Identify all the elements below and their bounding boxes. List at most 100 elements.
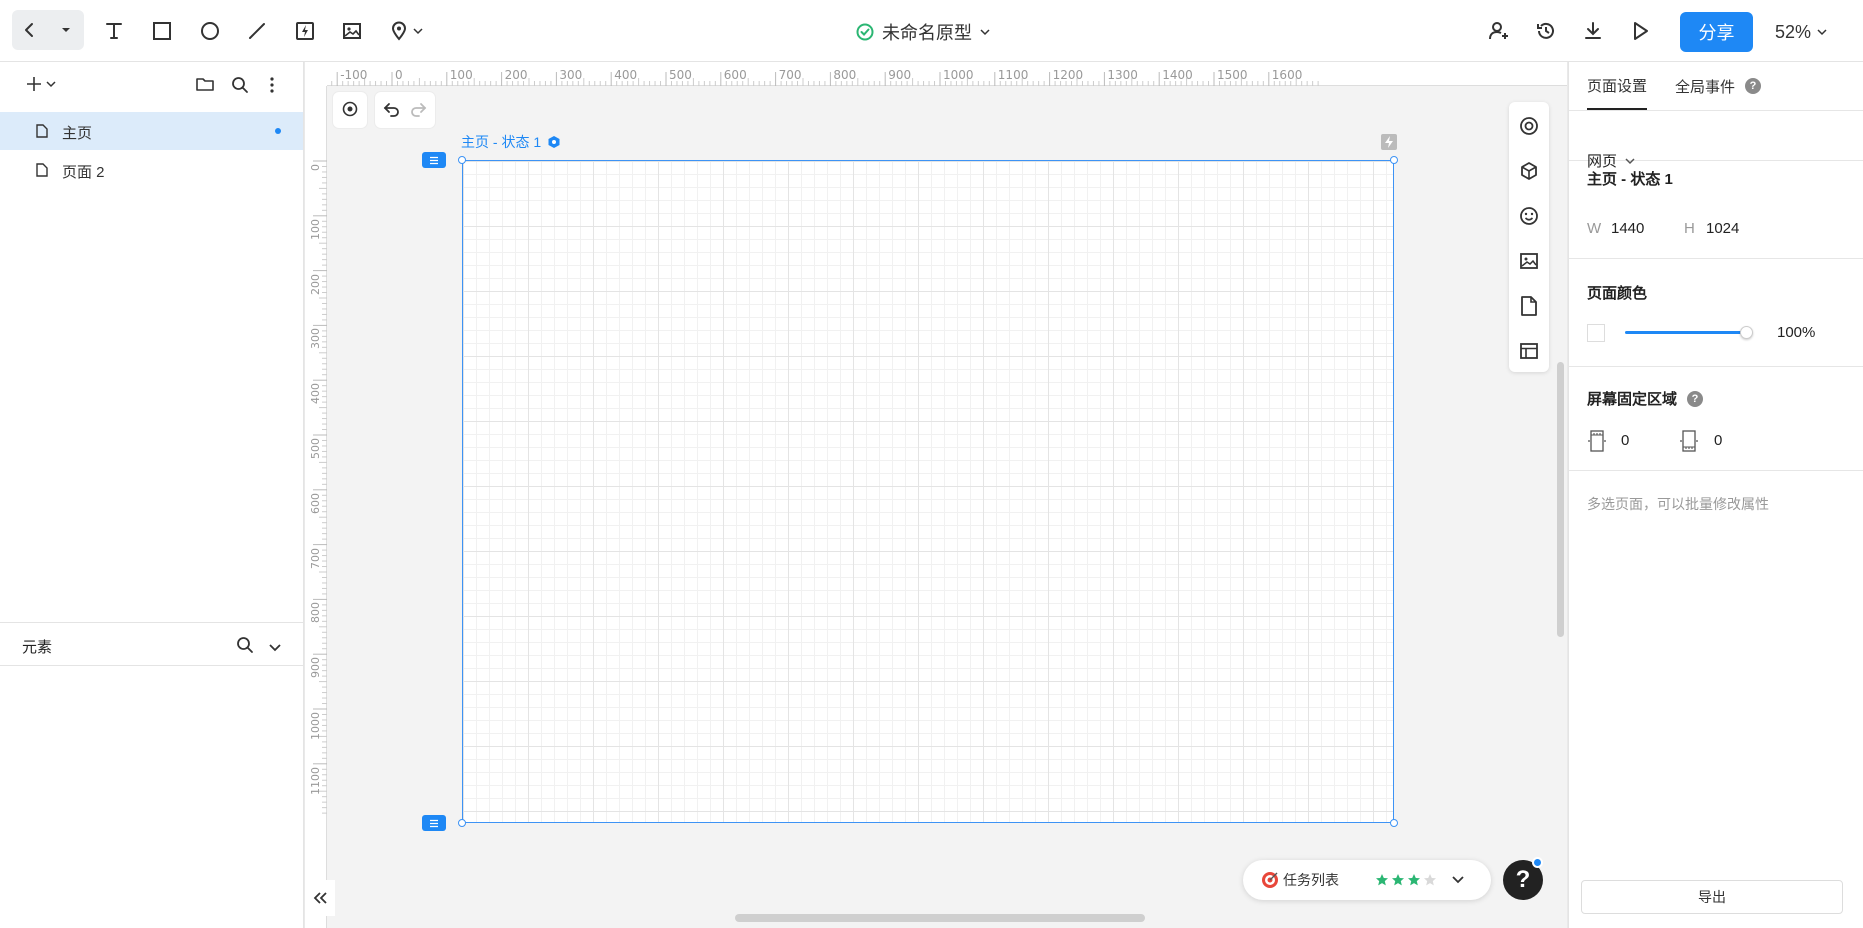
ruler-h-label: 200 xyxy=(504,68,528,82)
rectangle-tool-button[interactable] xyxy=(145,14,179,48)
artboard[interactable] xyxy=(462,160,1394,823)
preview-button[interactable] xyxy=(1623,14,1657,48)
library-component-button[interactable] xyxy=(1517,159,1541,183)
menu-lines-icon xyxy=(430,156,438,164)
ruler-h-label: 1500 xyxy=(1217,68,1248,82)
resize-handle-top-left[interactable] xyxy=(458,156,466,164)
page-item-page-2[interactable]: 页面 2 xyxy=(0,151,303,189)
chevron-down-icon xyxy=(46,81,56,88)
device-type-select[interactable]: 网页 xyxy=(1587,150,1635,171)
undo-button[interactable] xyxy=(383,100,401,121)
elements-section-header: 元素 xyxy=(0,622,303,666)
library-images-button[interactable] xyxy=(1517,249,1541,273)
add-folder-button[interactable] xyxy=(196,76,214,95)
nav-menu-button[interactable] xyxy=(48,10,84,50)
chevron-down-icon xyxy=(1452,876,1464,884)
opacity-slider-handle[interactable] xyxy=(1740,326,1753,339)
invite-collaborator-button[interactable] xyxy=(1482,14,1516,48)
tab-global-events[interactable]: 全局事件 ? xyxy=(1675,62,1762,110)
rectangle-tool-icon xyxy=(153,22,171,40)
search-elements-button[interactable] xyxy=(236,636,254,657)
play-icon xyxy=(1634,22,1648,40)
fixed-bottom-input[interactable]: 0 xyxy=(1714,432,1722,449)
resize-handle-top-right[interactable] xyxy=(1390,156,1398,164)
vertical-scrollbar[interactable] xyxy=(1557,362,1564,637)
search-pages-button[interactable] xyxy=(231,76,249,97)
ruler-v-label: 400 xyxy=(309,383,322,405)
opacity-slider-track[interactable] xyxy=(1625,331,1747,334)
artboard-label[interactable]: 主页 - 状态 1 xyxy=(461,132,561,152)
ruler-v-label: 800 xyxy=(309,602,322,624)
export-button[interactable]: 导出 xyxy=(1581,880,1843,914)
hotspot-tool-button[interactable] xyxy=(288,14,322,48)
undo-icon xyxy=(383,102,399,117)
zoom-selector[interactable]: 52% xyxy=(1775,18,1827,46)
search-icon xyxy=(237,637,253,653)
top-toolbar: 未命名原型 分享 52% xyxy=(0,0,1863,62)
canvas[interactable]: -200-10001002003004005006007008009001000… xyxy=(305,62,1567,928)
resize-handle-bottom-right[interactable] xyxy=(1390,819,1398,827)
page-color-swatch[interactable] xyxy=(1587,324,1605,342)
canvas-quick-tools xyxy=(333,92,435,128)
cube-icon xyxy=(1521,162,1537,180)
divider xyxy=(1569,366,1863,367)
locate-button-wrap xyxy=(333,92,367,128)
locate-button[interactable] xyxy=(341,100,359,121)
ruler-v-label: 600 xyxy=(309,492,322,514)
text-tool-button[interactable] xyxy=(97,14,131,48)
library-pages-button[interactable] xyxy=(1517,294,1541,318)
interaction-lightning-icon[interactable] xyxy=(1381,134,1397,150)
library-layout-button[interactable] xyxy=(1517,339,1541,363)
download-button[interactable] xyxy=(1576,14,1610,48)
task-list-widget[interactable]: 任务列表 xyxy=(1243,860,1491,900)
library-icons-button[interactable] xyxy=(1517,204,1541,228)
tab-page-settings[interactable]: 页面设置 xyxy=(1587,62,1648,110)
collapse-sidebar-button[interactable] xyxy=(305,880,335,916)
more-options-button[interactable] xyxy=(269,76,275,97)
help-icon[interactable]: ? xyxy=(1687,390,1704,407)
ellipse-tool-button[interactable] xyxy=(193,14,227,48)
image-tool-button[interactable] xyxy=(335,14,369,48)
ruler-h-label: 1000 xyxy=(943,68,974,82)
library-target-button[interactable] xyxy=(1517,114,1541,138)
zoom-level: 52% xyxy=(1775,21,1812,42)
fixed-bottom-icon xyxy=(1680,430,1698,452)
history-button[interactable] xyxy=(1529,14,1563,48)
ruler-h-label: 600 xyxy=(723,68,747,82)
redo-button[interactable] xyxy=(409,100,427,121)
component-hex-icon xyxy=(548,136,560,148)
ruler-v-label: 100 xyxy=(309,218,322,240)
history-clock-icon xyxy=(1537,22,1554,39)
ruler-h-label: 0 xyxy=(395,68,403,82)
page-color-title: 页面颜色 xyxy=(1587,285,1648,302)
opacity-value[interactable]: 100% xyxy=(1777,324,1815,341)
back-button[interactable] xyxy=(12,10,48,50)
add-page-button[interactable] xyxy=(26,76,56,92)
divider xyxy=(1569,258,1863,259)
star-filled-icon xyxy=(1376,874,1388,886)
height-input[interactable]: 1024 xyxy=(1706,220,1739,237)
line-tool-button[interactable] xyxy=(240,14,274,48)
double-chevron-left-icon xyxy=(313,892,327,904)
device-type-value: 网页 xyxy=(1587,153,1618,170)
page-item-home[interactable]: 主页 xyxy=(0,112,303,150)
location-tool-button[interactable] xyxy=(384,14,428,48)
share-button[interactable]: 分享 xyxy=(1680,12,1753,52)
elements-collapse-toggle[interactable] xyxy=(268,640,282,656)
help-icon[interactable]: ? xyxy=(1745,78,1762,94)
width-input[interactable]: 1440 xyxy=(1611,220,1644,237)
ruler-ticks xyxy=(309,72,1319,86)
fixed-top-input[interactable]: 0 xyxy=(1621,432,1629,449)
page-bottom-marker[interactable] xyxy=(422,815,446,831)
page-item-label: 页面 2 xyxy=(62,164,105,181)
ruler-h-label: 1100 xyxy=(997,68,1029,82)
chevron-down-icon xyxy=(980,29,990,36)
horizontal-scrollbar[interactable] xyxy=(735,914,1145,922)
ruler-v-label: 500 xyxy=(309,438,322,459)
document-title[interactable]: 未命名原型 xyxy=(856,18,990,46)
task-list-label: 任务列表 xyxy=(1283,872,1339,888)
ruler-h-label: 900 xyxy=(888,68,912,82)
page-top-marker[interactable] xyxy=(422,152,446,168)
ruler-v-label: 0 xyxy=(309,164,322,171)
resize-handle-bottom-left[interactable] xyxy=(458,819,466,827)
